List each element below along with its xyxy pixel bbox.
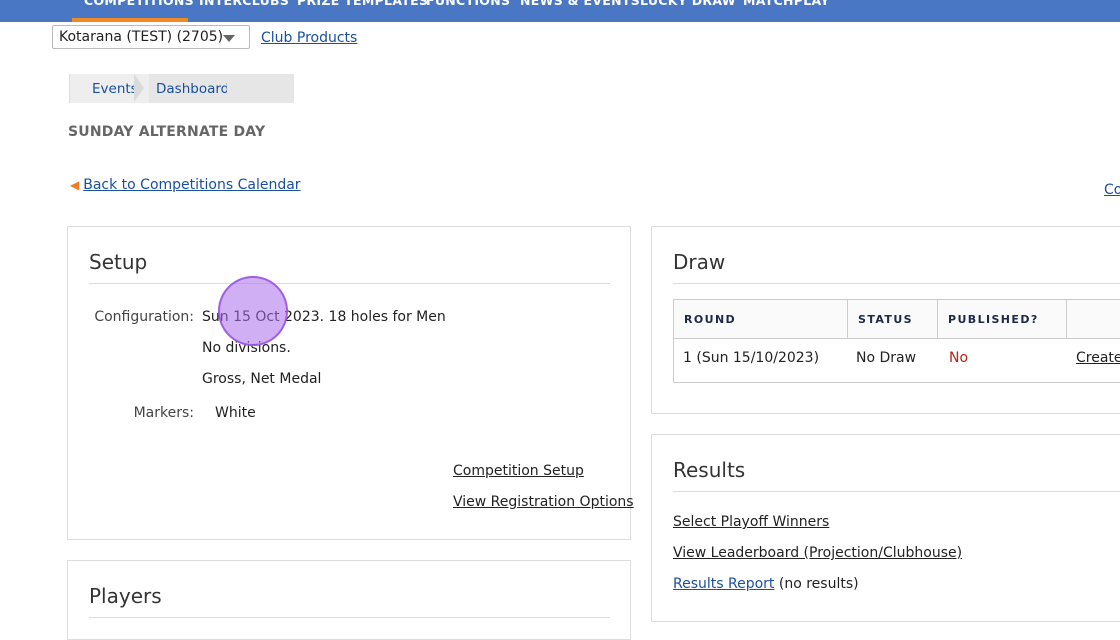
back-to-calendar-link[interactable]: Back to Competitions Calendar [83, 177, 300, 193]
nav-item-functions[interactable]: FUNCTIONS [426, 0, 510, 8]
column-header-action [1067, 300, 1120, 338]
club-select[interactable]: Kotarana (TEST) (2705) [52, 25, 250, 49]
nav-item-competitions[interactable]: COMPETITIONS [84, 0, 194, 8]
setup-divider [89, 283, 610, 284]
nav-item-lucky-draw[interactable]: LUCKY DRAW [640, 0, 736, 8]
right-edge-link[interactable]: Co [1104, 182, 1120, 198]
draw-title: Draw [673, 250, 726, 274]
arrow-left-icon: ◀ [70, 178, 80, 192]
configuration-label: Configuration: [94, 309, 194, 325]
results-report-link[interactable]: Results Report [673, 576, 774, 592]
setup-panel: Setup Configuration: Sun 15 Oct 2023. 18… [67, 226, 634, 540]
nav-item-prize-templates[interactable]: PRIZE TEMPLATES [297, 0, 428, 8]
draw-table: ROUND STATUS PUBLISHED? 1 (Sun 15/10/202… [673, 299, 1120, 383]
create-draw-link[interactable]: Create [1076, 350, 1120, 366]
view-registration-options-link[interactable]: View Registration Options [453, 494, 634, 510]
club-select-value: Kotarana (TEST) (2705) [59, 29, 224, 45]
results-title: Results [673, 458, 746, 482]
breadcrumb-dashboard-label: Dashboard [156, 81, 230, 97]
results-report-row: Results Report (no results) [673, 576, 859, 592]
back-to-calendar[interactable]: ◀ Back to Competitions Calendar [70, 177, 301, 193]
breadcrumb-separator-icon [134, 74, 144, 102]
column-header-status: STATUS [848, 300, 938, 338]
chevron-down-icon [223, 35, 235, 42]
breadcrumb-events-label: Events [92, 81, 138, 97]
results-report-note: (no results) [778, 576, 859, 592]
configuration-line-3: Gross, Net Medal [202, 371, 322, 387]
markers-label: Markers: [133, 405, 194, 421]
draw-round-cell: 1 (Sun 15/10/2023) [683, 350, 820, 366]
results-divider [673, 491, 1120, 492]
configuration-line-2: No divisions. [202, 340, 291, 356]
select-playoff-winners-link[interactable]: Select Playoff Winners [673, 514, 829, 530]
competition-setup-link[interactable]: Competition Setup [453, 463, 584, 479]
club-products-link[interactable]: Club Products [261, 30, 357, 46]
column-header-round: ROUND [674, 300, 848, 338]
breadcrumb-separator-icon [227, 74, 238, 102]
view-leaderboard-link[interactable]: View Leaderboard (Projection/Clubhouse) [673, 545, 962, 561]
table-header-divider [674, 338, 1120, 339]
draw-status-cell: No Draw [856, 350, 917, 366]
nav-item-news-events[interactable]: NEWS & EVENTS [520, 0, 640, 8]
markers-value: White [215, 405, 256, 421]
players-title: Players [89, 584, 162, 608]
active-tab-indicator [72, 18, 188, 22]
column-header-published: PUBLISHED? [938, 300, 1067, 338]
nav-item-interclubs[interactable]: INTERCLUBS [199, 0, 289, 8]
draw-divider [673, 283, 1120, 284]
results-panel: Results Select Playoff Winners View Lead… [651, 434, 1120, 622]
page-title: SUNDAY ALTERNATE DAY [68, 124, 266, 140]
players-divider [89, 617, 610, 618]
configuration-line-1: Sun 15 Oct 2023. 18 holes for Men [202, 309, 446, 325]
draw-published-cell: No [949, 350, 969, 366]
nav-item-matchplay[interactable]: MATCHPLAY [743, 0, 830, 8]
draw-panel: Draw ROUND STATUS PUBLISHED? 1 (Sun 15/1… [651, 226, 1120, 414]
top-nav-bar: COMPETITIONS INTERCLUBS PRIZE TEMPLATES … [0, 0, 1120, 22]
players-panel: Players [67, 560, 631, 640]
breadcrumb-dashboard[interactable]: Dashboard [136, 74, 294, 103]
setup-title: Setup [89, 250, 148, 274]
